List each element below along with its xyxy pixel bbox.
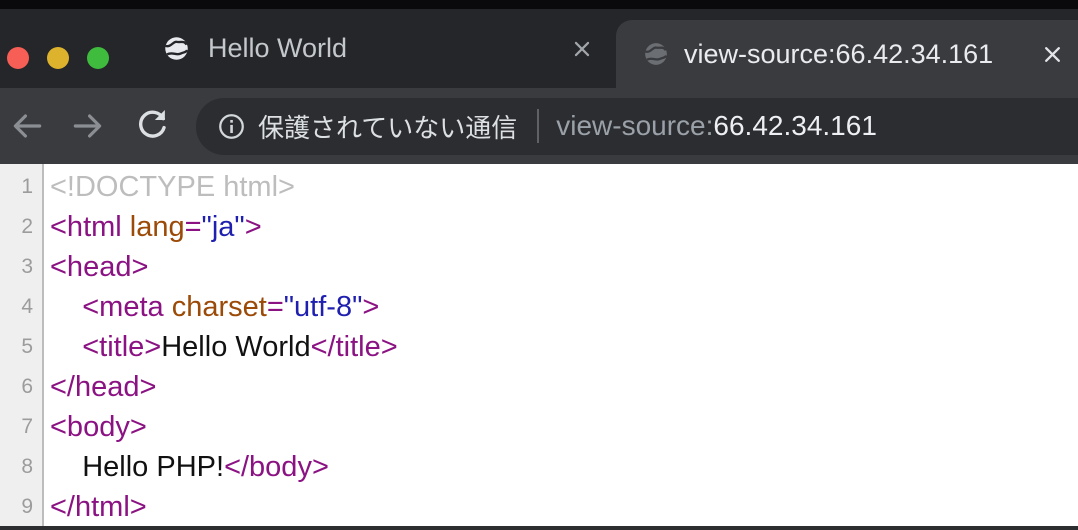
code-token: </html>	[50, 491, 147, 523]
tab-title: Hello World	[208, 33, 347, 64]
source-line: <!DOCTYPE html>	[50, 167, 1078, 207]
forward-button[interactable]	[68, 106, 108, 146]
close-window-button[interactable]	[7, 47, 29, 69]
line-number: 6	[0, 367, 42, 407]
code-token: =	[267, 291, 284, 323]
line-number: 9	[0, 487, 42, 527]
traffic-lights	[7, 47, 109, 69]
security-status-label: 保護されていない通信	[258, 108, 517, 145]
line-number: 1	[0, 167, 42, 207]
url-host: 66.42.34.161	[713, 110, 877, 142]
code-token: =	[185, 211, 202, 243]
code-token: >	[245, 211, 262, 243]
globe-favicon-icon	[643, 41, 669, 67]
code-token: Hello World	[161, 331, 310, 363]
browser-toolbar: 保護されていない通信 view-source: 66.42.34.161	[0, 88, 1078, 164]
line-number: 3	[0, 247, 42, 287]
source-line: <head>	[50, 247, 1078, 287]
line-number-gutter: 123456789	[0, 164, 44, 526]
tab-strip: Hello World view-source:66.42.34.161	[0, 9, 1078, 88]
view-source-content: 123456789 <!DOCTYPE html><html lang="ja"…	[0, 164, 1078, 526]
code-token: <meta	[82, 291, 171, 323]
site-info-icon[interactable]	[218, 113, 245, 140]
code-token: </body>	[224, 451, 329, 483]
reload-button[interactable]	[132, 106, 172, 146]
tab-close-icon[interactable]	[571, 38, 593, 60]
source-line: <body>	[50, 407, 1078, 447]
code-token: "ja"	[202, 211, 245, 243]
code-token: <title>	[82, 331, 161, 363]
tab-title: view-source:66.42.34.161	[684, 39, 993, 70]
window-top-edge	[0, 0, 1078, 9]
tab-hello-world[interactable]: Hello World	[130, 9, 615, 88]
source-code: <!DOCTYPE html><html lang="ja"><head> <m…	[44, 164, 1078, 526]
line-number: 8	[0, 447, 42, 487]
code-token: <body>	[50, 411, 147, 443]
source-line: Hello PHP!</body>	[50, 447, 1078, 487]
globe-favicon-icon	[163, 35, 190, 62]
source-line: </html>	[50, 487, 1078, 526]
code-token: lang	[130, 211, 185, 243]
line-number: 5	[0, 327, 42, 367]
minimize-window-button[interactable]	[47, 47, 69, 69]
omnibox-separator	[537, 109, 539, 143]
code-token	[50, 291, 82, 323]
code-token: charset	[172, 291, 267, 323]
address-bar[interactable]: 保護されていない通信 view-source: 66.42.34.161	[196, 98, 1078, 155]
line-number: 2	[0, 207, 42, 247]
url-scheme: view-source:	[556, 110, 713, 142]
source-line: <title>Hello World</title>	[50, 327, 1078, 367]
code-token: "utf-8"	[284, 291, 363, 323]
line-number: 4	[0, 287, 42, 327]
code-token: <!DOCTYPE html>	[50, 171, 295, 203]
line-number: 7	[0, 407, 42, 447]
code-token: >	[362, 291, 379, 323]
browser-window: Hello World view-source:66.42.34.161	[0, 0, 1078, 530]
code-token: Hello PHP!	[50, 451, 224, 483]
window-bottom-edge	[0, 526, 1078, 530]
code-token: <html	[50, 211, 130, 243]
tab-close-icon[interactable]	[1041, 43, 1064, 66]
source-line: </head>	[50, 367, 1078, 407]
source-line: <meta charset="utf-8">	[50, 287, 1078, 327]
code-token	[50, 331, 82, 363]
source-line: <html lang="ja">	[50, 207, 1078, 247]
code-token: </title>	[311, 331, 398, 363]
zoom-window-button[interactable]	[87, 47, 109, 69]
code-token: </head>	[50, 371, 156, 403]
back-button[interactable]	[7, 106, 47, 146]
tab-view-source[interactable]: view-source:66.42.34.161	[616, 20, 1078, 88]
code-token: <head>	[50, 251, 148, 283]
